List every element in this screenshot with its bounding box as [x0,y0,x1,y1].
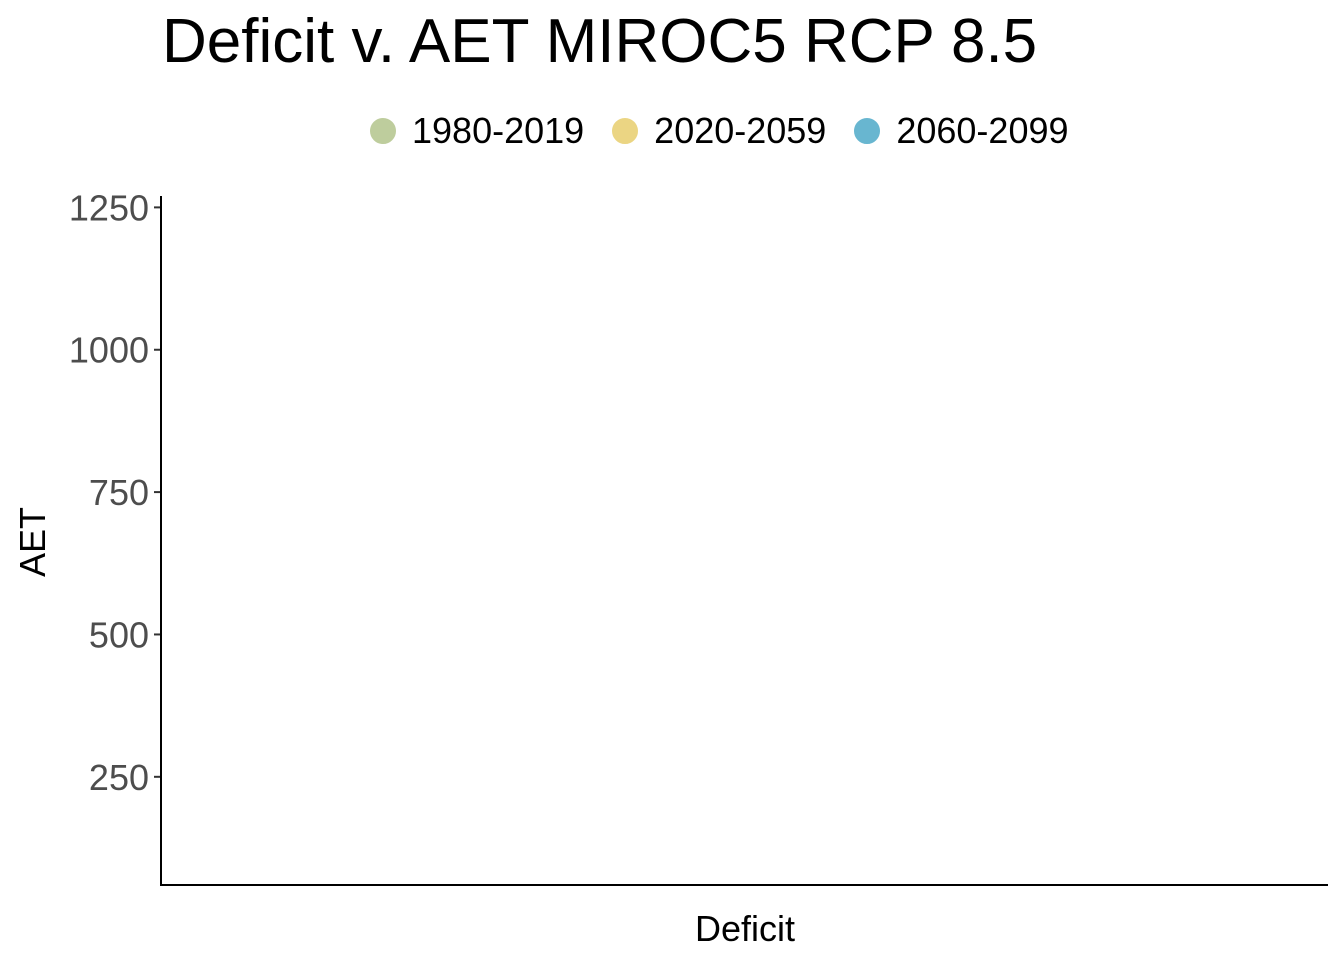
y-tick-label: 1000 [69,330,149,371]
y-axis-ticks: 250 500 750 1000 1250 [69,187,161,798]
y-tick-label: 500 [89,614,149,655]
y-axis-title: AET [12,507,53,577]
y-tick-label: 1250 [69,187,149,228]
x-axis-title: Deficit [695,908,795,949]
plot-area: 250 500 750 1000 1250 Deficit AET [12,187,1328,949]
y-tick-label: 750 [89,472,149,513]
y-tick-label: 250 [89,757,149,798]
